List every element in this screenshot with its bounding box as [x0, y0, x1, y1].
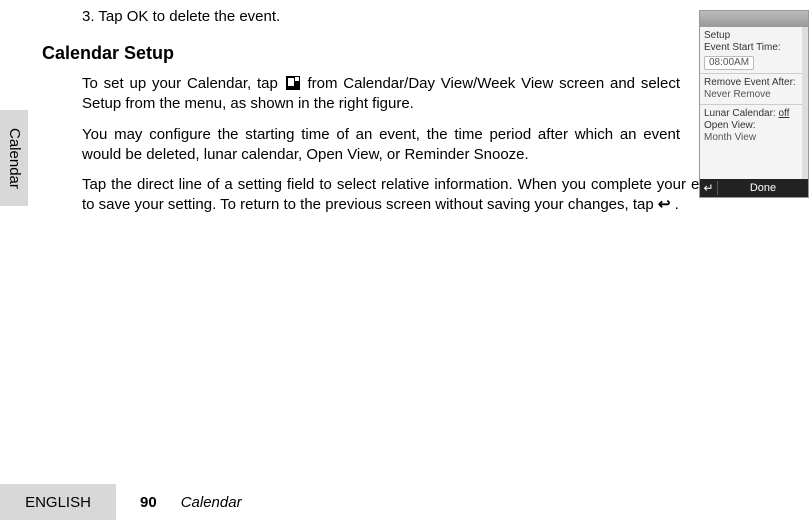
remove-event-label: Remove Event After: [704, 77, 804, 89]
remove-event-value[interactable]: Never Remove [704, 89, 804, 101]
footer-section-name: Calendar [181, 494, 242, 511]
phone-done-button[interactable]: Done [718, 182, 808, 194]
lunar-openview-row: Lunar Calendar: off Open View: Month Vie… [700, 104, 808, 147]
setup-para-2: You may configure the starting time of a… [82, 125, 680, 166]
phone-footer: ↵ Done [700, 179, 808, 197]
back-arrow-icon: ↩ [658, 195, 671, 215]
phone-back-button[interactable]: ↵ [700, 181, 718, 195]
setup-row: Setup Event Start Time: 08:00AM [700, 27, 808, 73]
lunar-value[interactable]: off [779, 108, 790, 119]
event-start-value[interactable]: 08:00AM [704, 56, 754, 70]
side-tab-calendar: Calendar [0, 110, 28, 206]
event-start-label: Event Start Time: [704, 42, 804, 54]
menu-icon [286, 76, 300, 90]
para3-post: . [670, 196, 678, 213]
lunar-label: Lunar Calendar: [704, 108, 776, 119]
page-footer: ENGLISH 90 Calendar [0, 484, 809, 520]
open-view-label: Open View: [704, 120, 804, 132]
phone-figure: Setup Event Start Time: 08:00AM Remove E… [699, 10, 809, 198]
para1-pre: To set up your Calendar, tap [82, 75, 284, 92]
open-view-value[interactable]: Month View [704, 132, 804, 144]
setup-para-3: Tap the direct line of a setting field t… [82, 175, 794, 216]
phone-scrollbar[interactable] [802, 27, 808, 179]
remove-row: Remove Event After: Never Remove [700, 73, 808, 104]
step-3-text: 3. Tap OK to delete the event. [82, 8, 797, 25]
footer-language: ENGLISH [0, 484, 116, 520]
calendar-setup-heading: Calendar Setup [42, 43, 797, 64]
para3-pre: Tap the direct line of a setting field t… [82, 176, 794, 213]
footer-page-number: 90 [140, 494, 157, 511]
setup-label: Setup [704, 30, 804, 42]
phone-titlebar [700, 11, 808, 27]
setup-para-1: To set up your Calendar, tap from Calend… [82, 74, 680, 115]
